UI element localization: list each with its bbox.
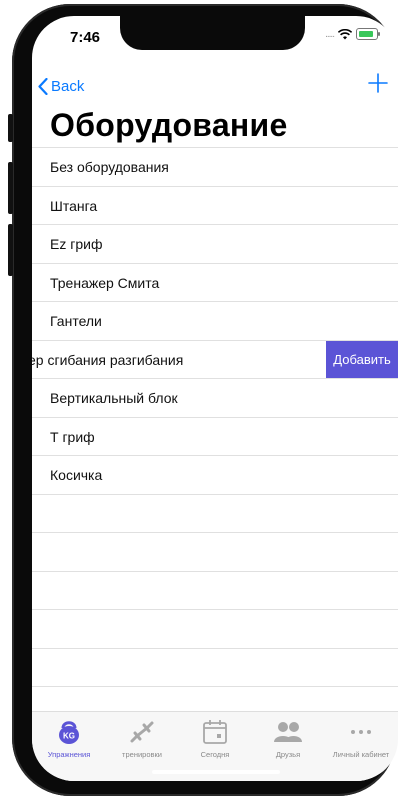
tab-profile[interactable]: Личный кабинет <box>324 718 398 759</box>
list-item[interactable]: Без оборудования <box>32 147 398 186</box>
calendar-icon <box>203 720 227 744</box>
list-item-label: Вертикальный блок <box>50 390 178 406</box>
list-item-label: ер сгибания разгибания <box>32 351 184 368</box>
home-indicator <box>152 770 280 774</box>
svg-text:KG: KG <box>63 732 75 741</box>
list-item[interactable]: Тренажер Смита <box>32 262 398 302</box>
tab-label: Сегодня <box>200 750 230 759</box>
list-item[interactable]: Штанга <box>32 185 398 225</box>
page-title: Оборудование <box>50 107 288 143</box>
list-item[interactable]: Ez гриф <box>32 224 398 263</box>
add-button[interactable] <box>368 70 388 98</box>
volume-down-button <box>8 224 13 276</box>
tab-label: Личный кабинет <box>332 750 390 759</box>
tab-label: Друзья <box>275 750 301 759</box>
tab-today[interactable]: Сегодня <box>178 718 252 759</box>
equipment-list: Без оборудования Штанга Ez гриф Тренажер… <box>32 147 398 725</box>
empty-row <box>32 609 398 648</box>
notch <box>120 16 305 50</box>
list-item-label: Штанга <box>50 197 98 214</box>
wifi-icon <box>338 28 352 39</box>
back-label: Back <box>51 78 85 95</box>
tab-label: Упражнения <box>47 750 91 759</box>
screen: 7:46 ..... Back Оборудование Без оборудо… <box>32 16 398 781</box>
tab-workouts[interactable]: тренировки <box>105 718 179 759</box>
status-icons: ..... <box>325 28 380 40</box>
volume-up-button <box>8 162 13 214</box>
tab-friends[interactable]: Друзья <box>251 718 325 759</box>
status-time: 7:46 <box>70 29 101 46</box>
more-icon <box>351 730 371 734</box>
empty-row <box>32 570 398 610</box>
signal-dots: ..... <box>325 28 335 40</box>
phone-frame: 7:46 ..... Back Оборудование Без оборудо… <box>8 4 398 796</box>
list-item[interactable]: Т гриф <box>32 416 398 456</box>
list-item-label: Без оборудования <box>50 159 169 175</box>
empty-row <box>32 493 398 533</box>
empty-row <box>32 532 398 571</box>
list-item[interactable]: Вертикальный блок <box>32 378 398 417</box>
swipe-add-button[interactable]: Добавить <box>326 340 398 378</box>
list-item-swiped[interactable]: ер сгибания разгибания Добавить <box>32 339 398 378</box>
list-item-label: Гантели <box>50 313 102 329</box>
dumbbell-icon <box>130 721 154 743</box>
back-button[interactable]: Back <box>38 78 84 95</box>
kettlebell-icon: KG <box>59 721 79 744</box>
list-item[interactable]: Гантели <box>32 301 398 340</box>
friends-icon <box>274 722 302 742</box>
chevron-left-icon <box>38 78 48 95</box>
tab-label: тренировки <box>122 750 162 759</box>
plus-icon <box>368 73 388 93</box>
list-item-label: Ez гриф <box>50 236 103 252</box>
list-item-label: Т гриф <box>50 428 95 445</box>
mute-switch <box>8 114 13 142</box>
list-item-label: Косичка <box>50 467 103 483</box>
empty-row <box>32 647 398 687</box>
battery-icon <box>356 28 380 40</box>
tab-exercises[interactable]: KG Упражнения <box>32 718 106 759</box>
list-item[interactable]: Косичка <box>32 455 398 494</box>
list-item-label: Тренажер Смита <box>50 274 160 291</box>
